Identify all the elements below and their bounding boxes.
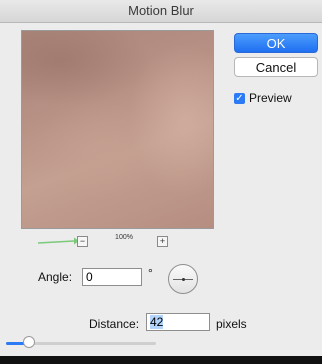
zoom-level: 100%	[115, 234, 133, 241]
preview-image[interactable]	[21, 30, 214, 229]
arrow-icon	[37, 237, 79, 245]
distance-value: 42	[150, 315, 164, 329]
distance-input[interactable]: 42	[146, 313, 210, 331]
motion-blur-dialog: Motion Blur − 100% + Angle: 0 ° Distance…	[0, 0, 322, 356]
angle-label: Angle:	[38, 270, 73, 284]
zoom-out-button[interactable]: −	[77, 236, 88, 247]
distance-slider-thumb[interactable]	[22, 336, 35, 348]
units-label: pixels	[216, 317, 247, 331]
ok-button[interactable]: OK	[234, 33, 318, 53]
angle-dial[interactable]	[168, 264, 198, 294]
distance-label: Distance:	[89, 317, 140, 331]
window-title: Motion Blur	[0, 0, 322, 23]
angle-dial-center	[182, 278, 185, 281]
preview-checkbox[interactable]: ✓	[234, 93, 245, 104]
preview-checkbox-label: Preview	[249, 91, 292, 105]
zoom-in-button[interactable]: +	[157, 236, 168, 247]
cancel-button[interactable]: Cancel	[234, 57, 318, 77]
degree-symbol: °	[148, 266, 153, 280]
angle-input[interactable]: 0	[82, 268, 142, 286]
desktop-background	[0, 356, 322, 364]
